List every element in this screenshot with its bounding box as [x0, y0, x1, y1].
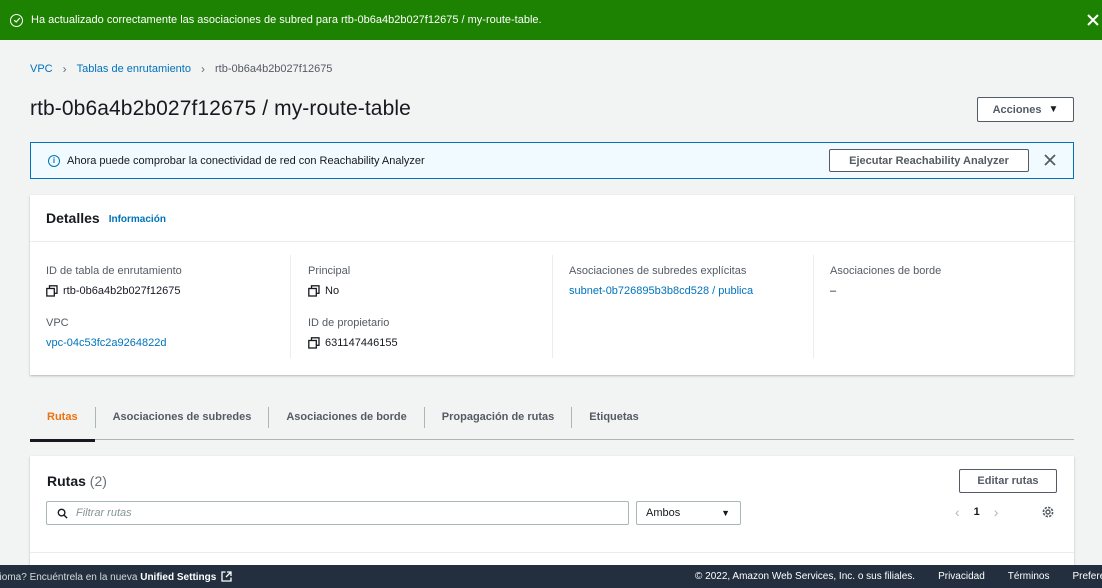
vpc-label: VPC	[46, 317, 69, 329]
routes-heading: Rutas (2)	[47, 473, 107, 489]
success-flashbar: Ha actualizado correctamente las asociac…	[0, 0, 1102, 40]
filter-placeholder: Filtrar rutas	[76, 507, 132, 519]
owner-id: 631147446155	[325, 337, 398, 349]
prev-page-icon[interactable]: ‹	[955, 504, 960, 520]
search-icon	[57, 508, 68, 519]
external-link-icon	[221, 570, 232, 582]
breadcrumb-current: rtb-0b6a4b2b027f12675	[214, 63, 333, 75]
routes-title: Rutas	[47, 473, 86, 489]
close-icon[interactable]	[1084, 11, 1102, 29]
pagination: ‹ 1 ›	[955, 504, 998, 520]
info-link[interactable]: Información	[109, 214, 166, 225]
main-text: No	[325, 285, 340, 297]
details-column-4: Asociaciones de borde –	[814, 255, 1074, 358]
filter-routes-input[interactable]: Filtrar rutas	[46, 501, 629, 525]
route-table-id-label: ID de tabla de enrutamiento	[46, 265, 182, 277]
details-heading: Detalles	[46, 210, 100, 226]
subnet-assoc-label: Asociaciones de subredes explícitas	[569, 265, 747, 277]
edit-routes-button[interactable]: Editar rutas	[959, 469, 1057, 493]
flash-message: Ha actualizado correctamente las asociac…	[31, 14, 542, 26]
footer-links: © 2022, Amazon Web Services, Inc. o sus …	[695, 571, 1102, 582]
info-banner: i Ahora puede comprobar la conectividad …	[30, 142, 1074, 179]
tab-route-propagation[interactable]: Propagación de rutas	[425, 406, 573, 428]
copyright: © 2022, Amazon Web Services, Inc. o sus …	[695, 571, 916, 582]
caret-down-icon: ▼	[1048, 104, 1059, 115]
info-banner-text: Ahora puede comprobar la conectividad de…	[67, 154, 425, 167]
language-notice: dioma? Encuéntrela en la nueva Unified S…	[0, 570, 232, 583]
preferences-link[interactable]: Preferencias	[1072, 571, 1102, 582]
actions-button[interactable]: Acciones ▼	[977, 97, 1074, 122]
actions-label: Acciones	[992, 103, 1042, 116]
tab-tags[interactable]: Etiquetas	[572, 407, 656, 428]
chevron-right-icon: ›	[200, 62, 205, 76]
next-page-icon[interactable]: ›	[994, 504, 999, 520]
page-title: rtb-0b6a4b2b027f12675 / my-route-table	[30, 97, 411, 120]
breadcrumb: VPC › Tablas de enrutamiento › rtb-0b6a4…	[30, 62, 332, 76]
details-column-2: Principal No ID de propietario 631147446…	[292, 255, 553, 358]
caret-down-icon: ▼	[721, 508, 730, 518]
route-table-id: rtb-0b6a4b2b027f12675	[63, 285, 181, 297]
edge-assoc-label: Asociaciones de borde	[830, 265, 942, 277]
divider	[30, 552, 1074, 553]
details-panel: Detalles Información ID de tabla de enru…	[30, 195, 1074, 375]
copy-icon[interactable]	[308, 337, 320, 349]
breadcrumb-vpc[interactable]: VPC	[30, 63, 53, 75]
language-prefix: dioma? Encuéntrela en la nueva	[0, 571, 138, 583]
owner-value: 631147446155	[308, 337, 398, 349]
route-table-id-value: rtb-0b6a4b2b027f12675	[46, 285, 180, 297]
page-number[interactable]: 1	[974, 506, 980, 518]
gear-icon[interactable]	[1041, 505, 1055, 519]
close-icon[interactable]	[1043, 153, 1057, 167]
vpc-link[interactable]: vpc-04c53fc2a9264822d	[46, 337, 166, 349]
owner-label: ID de propietario	[308, 317, 390, 329]
tab-subnet-associations[interactable]: Asociaciones de subredes	[96, 406, 270, 428]
terms-link[interactable]: Términos	[1008, 571, 1050, 582]
console-footer: dioma? Encuéntrela en la nueva Unified S…	[0, 565, 1102, 588]
details-header: Detalles Información	[30, 195, 1074, 242]
copy-icon[interactable]	[308, 285, 320, 297]
routes-count: (2)	[89, 473, 107, 489]
details-column-3: Asociaciones de subredes explícitas subn…	[553, 255, 814, 358]
info-icon: i	[48, 154, 60, 167]
breadcrumb-route-tables[interactable]: Tablas de enrutamiento	[77, 63, 191, 75]
chevron-right-icon: ›	[62, 62, 67, 76]
run-reachability-analyzer-button[interactable]: Ejecutar Reachability Analyzer	[829, 149, 1029, 172]
tab-edge-associations[interactable]: Asociaciones de borde	[269, 406, 425, 428]
route-type-select[interactable]: Ambos ▼	[636, 501, 741, 525]
details-column-1: ID de tabla de enrutamiento rtb-0b6a4b2b…	[30, 255, 291, 358]
edge-assoc-value: –	[830, 285, 837, 297]
main-value: No	[308, 285, 339, 297]
tab-routes[interactable]: Rutas	[30, 406, 96, 442]
subnet-assoc-link[interactable]: subnet-0b726895b3b8cd528 / publica	[569, 285, 753, 297]
tab-bar: Rutas Asociaciones de subredes Asociacio…	[30, 395, 1074, 442]
success-check-icon	[10, 13, 23, 27]
privacy-link[interactable]: Privacidad	[938, 571, 985, 582]
main-label: Principal	[308, 265, 351, 277]
unified-settings-link[interactable]: Unified Settings	[140, 572, 216, 583]
copy-icon[interactable]	[46, 285, 58, 297]
route-type-value: Ambos	[646, 507, 681, 519]
